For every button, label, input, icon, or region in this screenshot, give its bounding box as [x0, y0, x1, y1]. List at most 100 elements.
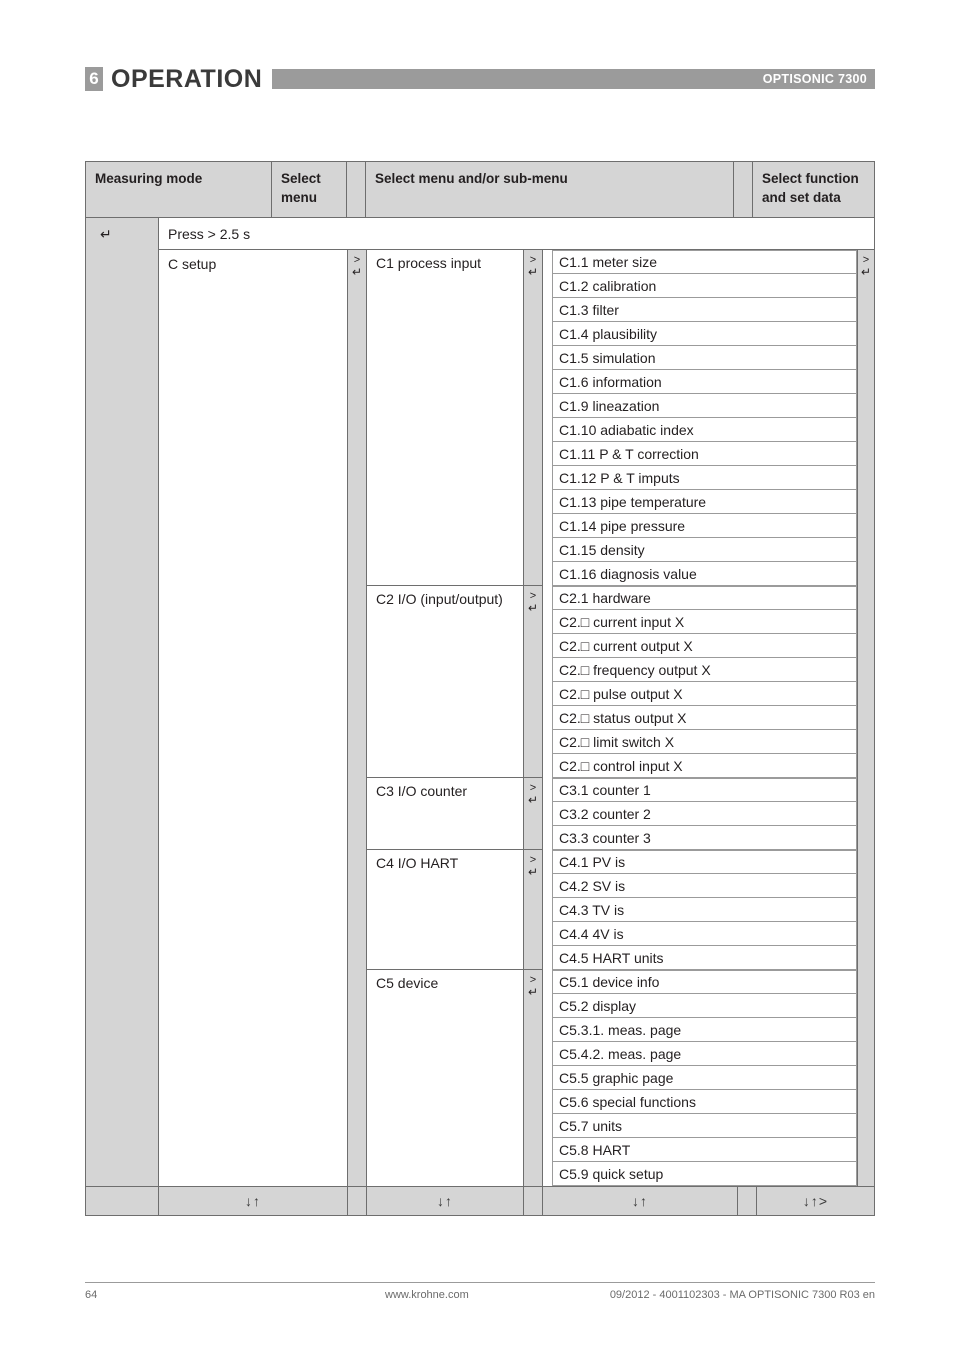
- navigate-arrow-column-3: [857, 778, 874, 850]
- submenu-item-list: C5.1 device info C5.2 display C5.3.1. meas…: [543, 970, 874, 1186]
- submenu-item-list: C2.1 hardware C2.□ current input X C2.□ cu…: [543, 586, 874, 778]
- navigate-arrow-column-3: [857, 586, 874, 778]
- menu-item-c-setup[interactable]: C setup: [159, 250, 347, 272]
- submenu-item[interactable]: C5.5 graphic page: [552, 1066, 857, 1090]
- enter-key-icon: ↵: [351, 264, 363, 279]
- select-menu-column: C setup: [159, 250, 348, 1186]
- submenu-item[interactable]: C1.5 simulation: [552, 346, 857, 370]
- submenu-groups-area: C1 process input > ↵ C1.1 meter size C1.2 ca…: [367, 250, 874, 1186]
- enter-key-icon: ↵: [527, 264, 539, 279]
- navigate-arrow-column-2: > ↵: [524, 250, 543, 586]
- submenu-item[interactable]: C5.9 quick setup: [552, 1162, 857, 1186]
- table-body: C setup > ↵ C1 process input > ↵ C1.1 meter…: [86, 250, 874, 1186]
- submenu-item[interactable]: C2.□ control input X: [552, 754, 857, 778]
- enter-key-icon: ↵: [527, 984, 539, 999]
- navigate-arrow-column-1: > ↵: [348, 250, 367, 1186]
- submenu-item[interactable]: C1.14 pipe pressure: [552, 514, 857, 538]
- submenu-group-label[interactable]: C5 device: [367, 970, 524, 1186]
- nav-cell-gap-2: [524, 1187, 543, 1215]
- nav-cell-submenu-2[interactable]: ↓↑: [543, 1187, 738, 1215]
- column-header-measuring-mode: Measuring mode: [86, 162, 272, 217]
- page-header: 6 OPERATION OPTISONIC 7300: [85, 62, 875, 96]
- submenu-item[interactable]: C2.□ current input X: [552, 610, 857, 634]
- submenu-item[interactable]: C4.5 HART units: [552, 946, 857, 970]
- arrow-glyph-stack-2: > ↵: [524, 850, 542, 878]
- submenu-group: C3 I/O counter > ↵ C3.1 counter 1 C3.2 count…: [367, 778, 874, 850]
- enter-key-icon: ↵: [527, 792, 539, 807]
- press-duration-label: Press > 2.5 s: [159, 218, 874, 250]
- arrow-glyph-stack-3: > ↵: [858, 250, 874, 278]
- submenu-item[interactable]: C3.2 counter 2: [552, 802, 857, 826]
- submenu-item[interactable]: C2.□ status output X: [552, 706, 857, 730]
- navigate-arrow-column-3: > ↵: [857, 250, 874, 586]
- submenu-item[interactable]: C1.10 adiabatic index: [552, 418, 857, 442]
- nav-cell-measuring-mode: [86, 1187, 159, 1215]
- column-header-select-function: Select function and set data: [753, 162, 874, 217]
- submenu-item[interactable]: C1.16 diagnosis value: [552, 562, 857, 586]
- submenu-group: C5 device > ↵ C5.1 device info C5.2 display C…: [367, 970, 874, 1186]
- arrow-glyph-stack-1: > ↵: [348, 250, 366, 278]
- header-bar: OPTISONIC 7300: [272, 69, 875, 89]
- table-header-row: Measuring mode Select menu Select menu an…: [86, 162, 874, 218]
- navigate-arrow-column-2: > ↵: [524, 850, 543, 970]
- groups-host: C1 process input > ↵ C1.1 meter size C1.2 ca…: [367, 250, 874, 1186]
- submenu-item[interactable]: C2.□ current output X: [552, 634, 857, 658]
- submenu-item[interactable]: C5.7 units: [552, 1114, 857, 1138]
- press-row: ↵ Press > 2.5 s: [86, 218, 874, 250]
- submenu-item[interactable]: C5.4.2. meas. page: [552, 1042, 857, 1066]
- page-footer: 64 www.krohne.com 09/2012 - 4001102303 -…: [85, 1282, 875, 1301]
- submenu-item[interactable]: C4.2 SV is: [552, 874, 857, 898]
- submenu-item-list: C4.1 PV is C4.2 SV is C4.3 TV is C4.4 4V is…: [543, 850, 874, 970]
- submenu-group-label[interactable]: C4 I/O HART: [367, 850, 524, 970]
- menu-structure-table: Measuring mode Select menu Select menu an…: [85, 161, 875, 1216]
- submenu-item[interactable]: C2.□ limit switch X: [552, 730, 857, 754]
- column-header-select-menu: Select menu: [272, 162, 347, 217]
- submenu-item[interactable]: C1.9 lineazation: [552, 394, 857, 418]
- submenu-group: C2 I/O (input/output) > ↵ C2.1 hardware C2.□…: [367, 586, 874, 778]
- submenu-group: C4 I/O HART > ↵ C4.1 PV is C4.2 SV is C4.3 TV…: [367, 850, 874, 970]
- submenu-item[interactable]: C2.□ frequency output X: [552, 658, 857, 682]
- nav-cell-gap-1: [348, 1187, 367, 1215]
- navigate-arrow-column-3: [857, 970, 874, 1186]
- submenu-item[interactable]: C5.8 HART: [552, 1138, 857, 1162]
- chapter-number: 6: [85, 67, 103, 91]
- submenu-item[interactable]: C3.1 counter 1: [552, 778, 857, 802]
- submenu-item[interactable]: C1.11 P & T correction: [552, 442, 857, 466]
- submenu-item[interactable]: C4.3 TV is: [552, 898, 857, 922]
- submenu-group-label[interactable]: C1 process input: [367, 250, 524, 586]
- submenu-item[interactable]: C1.3 filter: [552, 298, 857, 322]
- arrow-glyph-stack-2: > ↵: [524, 970, 542, 998]
- submenu-group: C1 process input > ↵ C1.1 meter size C1.2 ca…: [367, 250, 874, 586]
- submenu-item[interactable]: C5.3.1. meas. page: [552, 1018, 857, 1042]
- submenu-item[interactable]: C4.1 PV is: [552, 850, 857, 874]
- submenu-item[interactable]: C1.1 meter size: [552, 250, 857, 274]
- company-url: www.krohne.com: [385, 1289, 469, 1301]
- page-title: OPERATION: [111, 65, 263, 93]
- submenu-item[interactable]: C2.□ pulse output X: [552, 682, 857, 706]
- submenu-item[interactable]: C4.4 4V is: [552, 922, 857, 946]
- submenu-item[interactable]: C1.6 information: [552, 370, 857, 394]
- arrow-glyph-stack-2: > ↵: [524, 586, 542, 614]
- document-meta: 09/2012 - 4001102303 - MA OPTISONIC 7300…: [609, 1289, 875, 1301]
- enter-key-icon: ↵: [860, 264, 872, 279]
- submenu-item[interactable]: C1.4 plausibility: [552, 322, 857, 346]
- nav-cell-select-function[interactable]: ↓↑>: [757, 1187, 874, 1215]
- submenu-item[interactable]: C1.13 pipe temperature: [552, 490, 857, 514]
- submenu-item[interactable]: C5.6 special functions: [552, 1090, 857, 1114]
- submenu-item[interactable]: C1.15 density: [552, 538, 857, 562]
- enter-key-icon: ↵: [527, 864, 539, 879]
- submenu-item[interactable]: C5.2 display: [552, 994, 857, 1018]
- submenu-group-label[interactable]: C2 I/O (input/output): [367, 586, 524, 778]
- submenu-item[interactable]: C1.2 calibration: [552, 274, 857, 298]
- nav-cell-select-menu[interactable]: ↓↑: [159, 1187, 348, 1215]
- submenu-item[interactable]: C2.1 hardware: [552, 586, 857, 610]
- enter-key-icon: ↵: [527, 600, 539, 615]
- submenu-item[interactable]: C5.1 device info: [552, 970, 857, 994]
- submenu-item[interactable]: C3.3 counter 3: [552, 826, 857, 850]
- nav-cell-submenu-1[interactable]: ↓↑: [367, 1187, 524, 1215]
- table-nav-footer-row: ↓↑ ↓↑ ↓↑ ↓↑>: [86, 1186, 874, 1215]
- submenu-group-label[interactable]: C3 I/O counter: [367, 778, 524, 850]
- nav-cell-gap-3: [738, 1187, 757, 1215]
- submenu-item[interactable]: C1.12 P & T imputs: [552, 466, 857, 490]
- navigate-arrow-column-2: > ↵: [524, 970, 543, 1186]
